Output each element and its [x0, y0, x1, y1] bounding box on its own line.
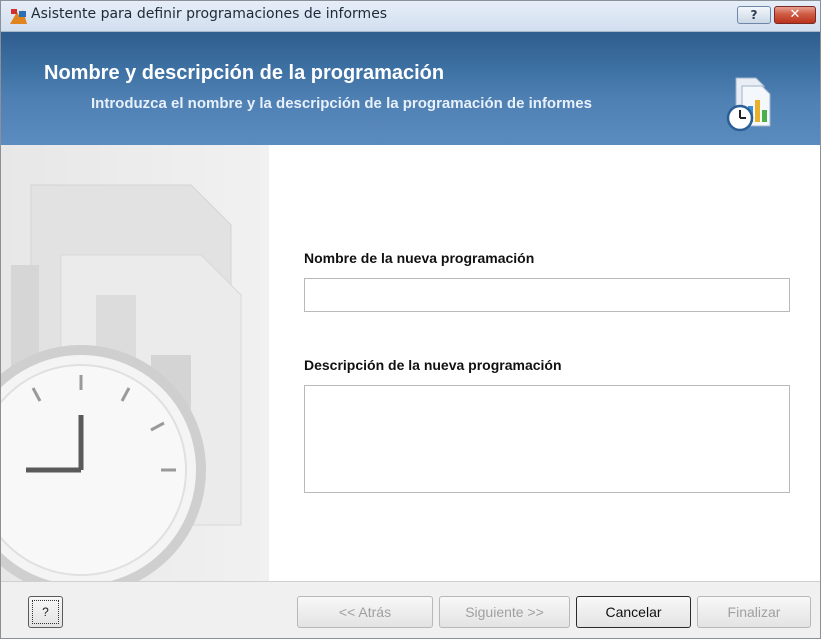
- schedule-name-label: Nombre de la nueva programación: [304, 250, 535, 266]
- help-button[interactable]: ?: [28, 596, 63, 628]
- button-bar: ? << Atrás Siguiente >> Cancelar Finaliz…: [1, 581, 820, 638]
- side-illustration: [1, 145, 269, 581]
- header-banner: Nombre y descripción de la programación …: [1, 32, 820, 145]
- clock-chart-illustration: [1, 184, 242, 581]
- close-icon: ✕: [789, 7, 801, 22]
- window-title: Asistente para definir programaciones de…: [31, 6, 388, 22]
- back-button[interactable]: << Atrás: [297, 596, 433, 628]
- help-icon: ?: [750, 8, 758, 22]
- schedule-description-textarea[interactable]: [304, 385, 790, 493]
- wizard-window: Asistente para definir programaciones de…: [0, 0, 821, 639]
- finish-button[interactable]: Finalizar: [697, 596, 811, 628]
- page-subtitle: Introduzca el nombre y la descripción de…: [91, 95, 592, 112]
- cancel-button[interactable]: Cancelar: [576, 596, 691, 628]
- report-schedule-icon: [726, 77, 771, 132]
- title-bar[interactable]: Asistente para definir programaciones de…: [1, 1, 820, 32]
- titlebar-help-button[interactable]: ?: [737, 6, 771, 24]
- page-title: Nombre y descripción de la programación: [44, 62, 445, 84]
- app-icon: [10, 9, 27, 24]
- schedule-name-input[interactable]: [304, 278, 790, 312]
- focus-rectangle: [32, 600, 59, 624]
- next-button[interactable]: Siguiente >>: [439, 596, 570, 628]
- schedule-description-label: Descripción de la nueva programación: [304, 357, 562, 373]
- close-button[interactable]: ✕: [774, 6, 816, 24]
- form-panel: Nombre de la nueva programación Descripc…: [269, 145, 820, 581]
